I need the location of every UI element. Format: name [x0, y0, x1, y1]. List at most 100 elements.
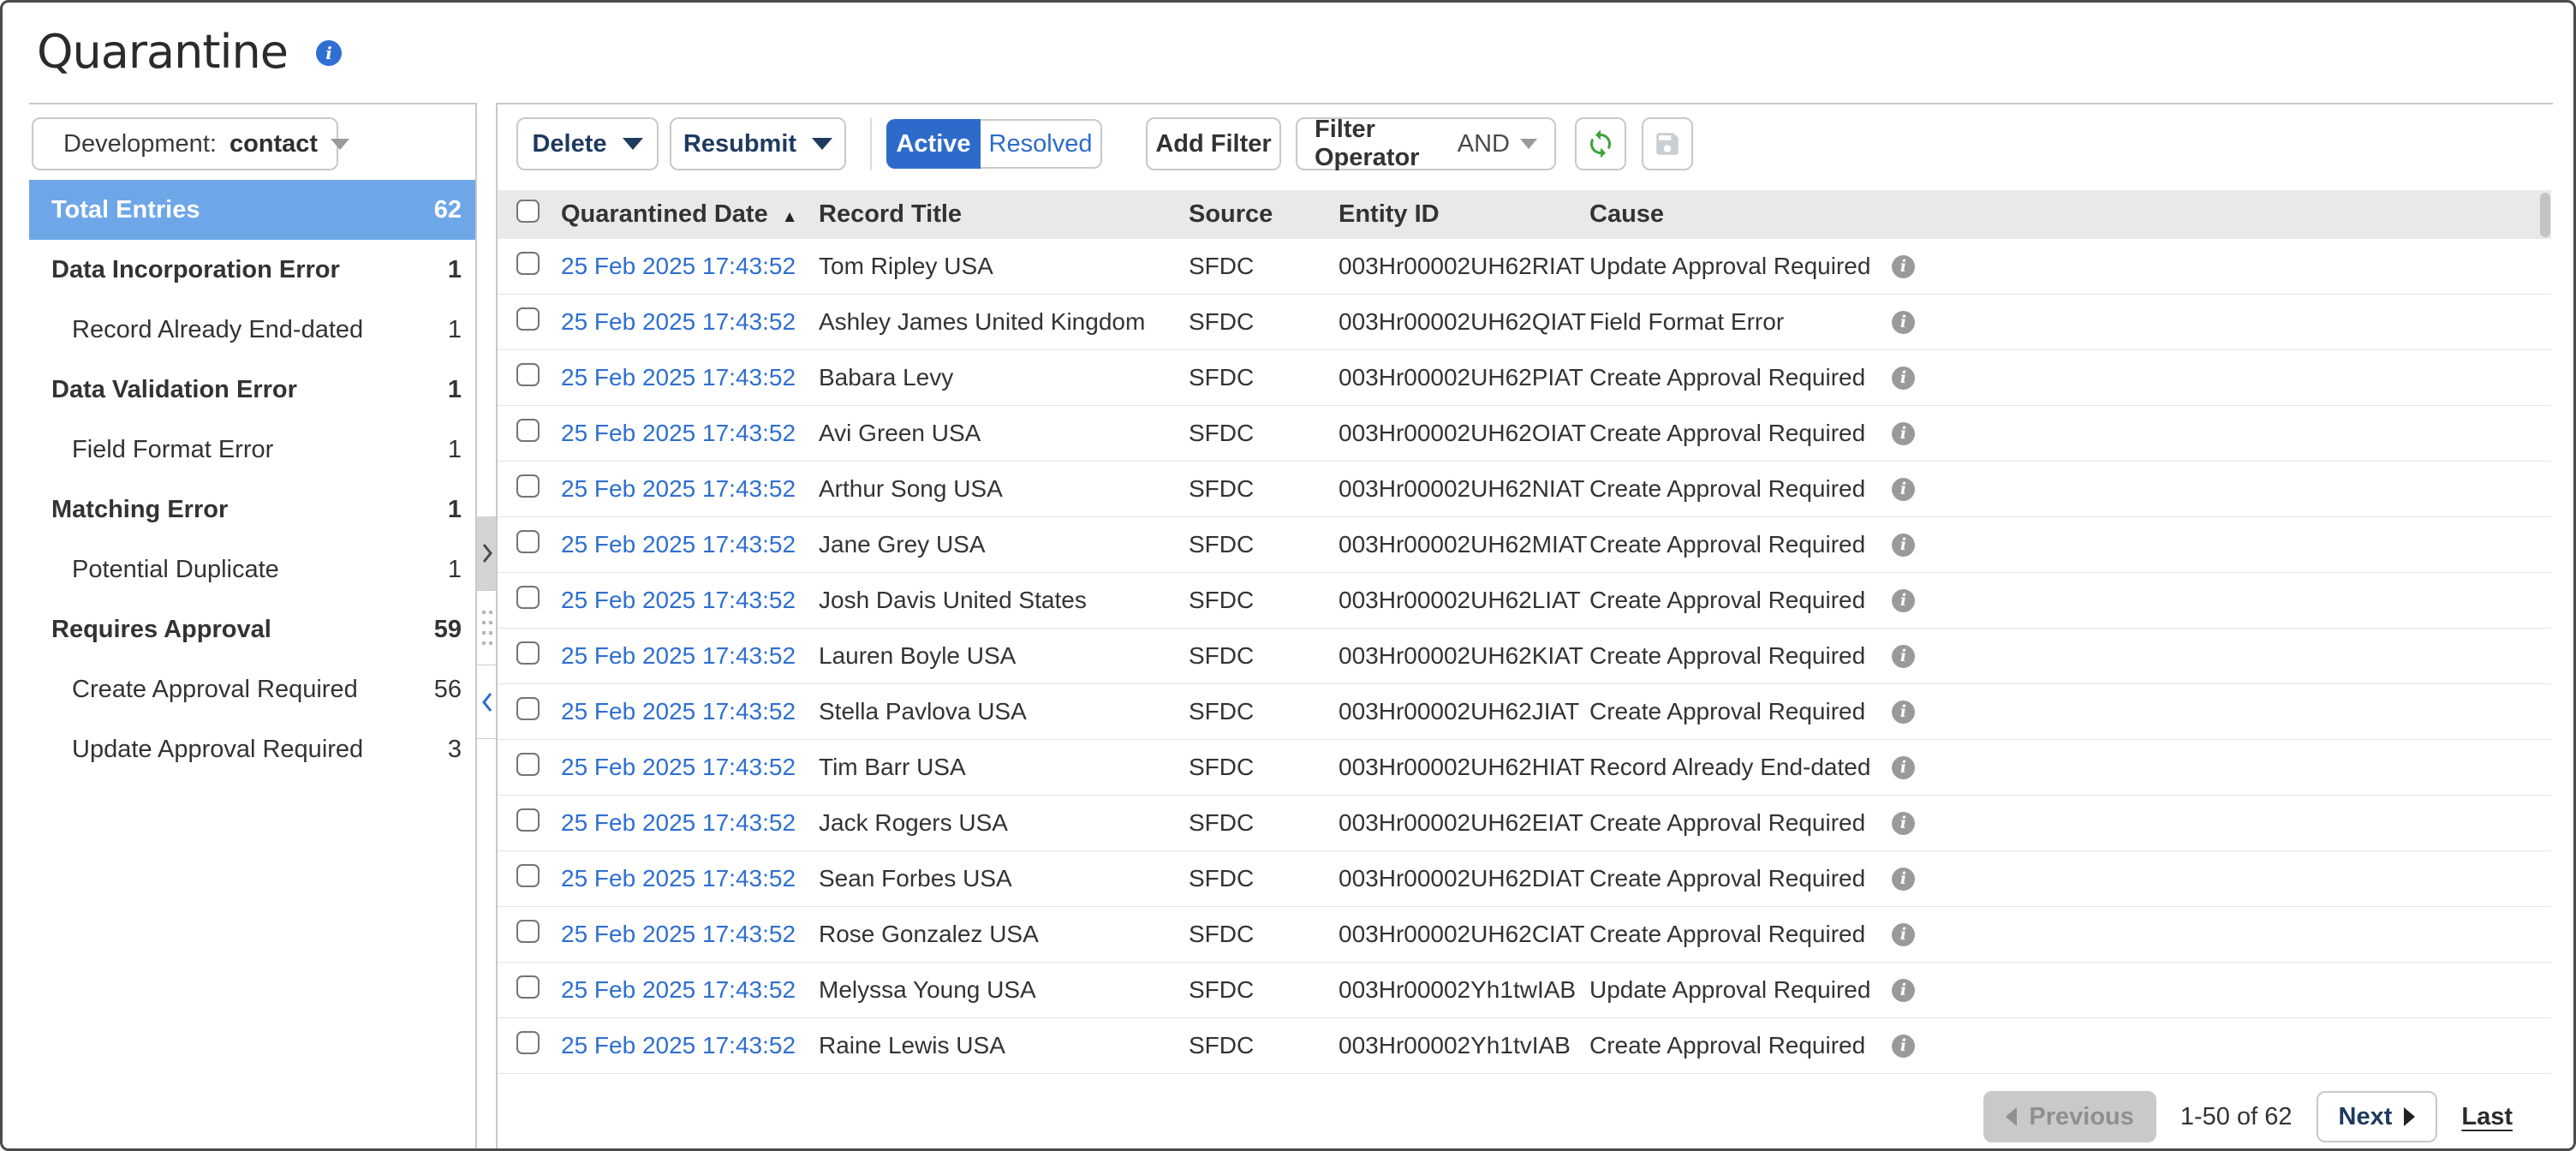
quarantined-date-link[interactable]: 25 Feb 2025 17:43:52 — [561, 754, 819, 781]
sidebar-item-data-incorporation-error[interactable]: Data Incorporation Error 1 — [29, 240, 475, 300]
row-checkbox[interactable] — [516, 975, 540, 999]
column-header-source[interactable]: Source — [1189, 200, 1339, 229]
source-cell: SFDC — [1189, 976, 1339, 1004]
status-toggle: Active Resolved — [886, 119, 1102, 169]
column-header-cause[interactable]: Cause — [1589, 200, 1892, 229]
sidebar-item-matching-error[interactable]: Matching Error 1 — [29, 480, 475, 540]
row-checkbox[interactable] — [516, 753, 540, 776]
filter-operator-dropdown[interactable]: Filter Operator AND — [1296, 117, 1556, 170]
sort-asc-icon — [782, 208, 798, 227]
info-icon[interactable] — [1892, 979, 1915, 1002]
column-header-quarantined-date[interactable]: Quarantined Date — [561, 200, 819, 229]
row-checkbox[interactable] — [516, 307, 540, 331]
info-icon[interactable] — [1892, 422, 1915, 445]
row-checkbox[interactable] — [516, 586, 540, 609]
select-all-checkbox[interactable] — [516, 200, 540, 223]
entity-id-cell: 003Hr00002UH62LIAT — [1339, 587, 1589, 614]
row-checkbox[interactable] — [516, 363, 540, 386]
column-header-record-title[interactable]: Record Title — [819, 200, 1189, 229]
record-title-cell: Josh Davis United States — [819, 587, 1189, 614]
item-count: 62 — [434, 196, 462, 224]
row-checkbox[interactable] — [516, 808, 540, 832]
row-checkbox[interactable] — [516, 920, 540, 943]
record-title-cell: Avi Green USA — [819, 420, 1189, 447]
add-filter-button[interactable]: Add Filter — [1146, 117, 1281, 170]
save-filter-button[interactable] — [1642, 117, 1693, 170]
row-checkbox[interactable] — [516, 864, 540, 887]
quarantined-date-link[interactable]: 25 Feb 2025 17:43:52 — [561, 587, 819, 614]
source-selector-dropdown[interactable]: Development: contact — [32, 117, 338, 170]
quarantined-date-link[interactable]: 25 Feb 2025 17:43:52 — [561, 531, 819, 558]
quarantined-date-link[interactable]: 25 Feb 2025 17:43:52 — [561, 1032, 819, 1059]
row-checkbox[interactable] — [516, 252, 540, 275]
quarantined-date-link[interactable]: 25 Feb 2025 17:43:52 — [561, 976, 819, 1004]
sidebar-item-field-format-error[interactable]: Field Format Error 1 — [29, 420, 475, 480]
source-selector-label: Development: — [63, 130, 217, 158]
record-title-cell: Jane Grey USA — [819, 531, 1189, 558]
last-page-link[interactable]: Last — [2461, 1103, 2513, 1131]
table-row: 25 Feb 2025 17:43:52 Sean Forbes USA SFD… — [498, 851, 2551, 907]
sidebar-item-total-entries[interactable]: Total Entries 62 — [29, 180, 475, 240]
quarantined-date-link[interactable]: 25 Feb 2025 17:43:52 — [561, 253, 819, 280]
info-icon[interactable] — [1892, 367, 1915, 390]
refresh-icon — [1585, 128, 1616, 159]
info-icon[interactable] — [1892, 868, 1915, 891]
cause-cell: Create Approval Required — [1589, 420, 1892, 447]
sidebar-expand-handle[interactable] — [477, 516, 498, 590]
sidebar-item-potential-duplicate[interactable]: Potential Duplicate 1 — [29, 540, 475, 599]
page-info-icon[interactable] — [316, 40, 342, 66]
resubmit-button[interactable]: Resubmit — [670, 117, 846, 170]
info-icon[interactable] — [1892, 756, 1915, 779]
sidebar-item-requires-approval[interactable]: Requires Approval 59 — [29, 599, 475, 659]
tab-active[interactable]: Active — [886, 119, 981, 169]
quarantined-date-link[interactable]: 25 Feb 2025 17:43:52 — [561, 364, 819, 391]
record-title-cell: Rose Gonzalez USA — [819, 921, 1189, 948]
delete-button[interactable]: Delete — [516, 117, 659, 170]
sidebar-collapse-handle[interactable] — [477, 665, 498, 739]
info-icon[interactable] — [1892, 812, 1915, 835]
cause-cell: Create Approval Required — [1589, 587, 1892, 614]
cause-cell: Create Approval Required — [1589, 865, 1892, 892]
cause-cell: Create Approval Required — [1589, 698, 1892, 725]
info-icon[interactable] — [1892, 534, 1915, 557]
table-row: 25 Feb 2025 17:43:52 Tom Ripley USA SFDC… — [498, 239, 2551, 295]
arrow-left-icon — [2006, 1107, 2017, 1126]
info-icon[interactable] — [1892, 255, 1915, 278]
next-page-button[interactable]: Next — [2317, 1091, 2438, 1142]
row-checkbox[interactable] — [516, 474, 540, 498]
quarantined-date-link[interactable]: 25 Feb 2025 17:43:52 — [561, 809, 819, 837]
quarantined-date-link[interactable]: 25 Feb 2025 17:43:52 — [561, 865, 819, 892]
table-row: 25 Feb 2025 17:43:52 Babara Levy SFDC 00… — [498, 350, 2551, 406]
previous-page-button[interactable]: Previous — [1983, 1091, 2156, 1142]
sidebar-item-record-already-end-dated[interactable]: Record Already End-dated 1 — [29, 300, 475, 360]
info-icon[interactable] — [1892, 478, 1915, 501]
info-icon[interactable] — [1892, 923, 1915, 946]
row-checkbox[interactable] — [516, 697, 540, 720]
sidebar-item-create-approval-required[interactable]: Create Approval Required 56 — [29, 659, 475, 719]
sidebar-item-update-approval-required[interactable]: Update Approval Required 3 — [29, 719, 475, 779]
row-checkbox[interactable] — [516, 1031, 540, 1054]
tab-resolved[interactable]: Resolved — [981, 119, 1102, 169]
quarantined-date-link[interactable]: 25 Feb 2025 17:43:52 — [561, 921, 819, 948]
info-icon[interactable] — [1892, 645, 1915, 668]
column-header-entity-id[interactable]: Entity ID — [1339, 200, 1589, 229]
info-icon[interactable] — [1892, 589, 1915, 612]
quarantined-date-link[interactable]: 25 Feb 2025 17:43:52 — [561, 642, 819, 670]
table-scrollbar-thumb[interactable] — [2540, 193, 2550, 237]
quarantined-date-link[interactable]: 25 Feb 2025 17:43:52 — [561, 698, 819, 725]
record-title-cell: Sean Forbes USA — [819, 865, 1189, 892]
quarantined-date-link[interactable]: 25 Feb 2025 17:43:52 — [561, 420, 819, 447]
splitter-drag-handle[interactable] — [477, 590, 498, 665]
source-cell: SFDC — [1189, 754, 1339, 781]
sidebar-item-data-validation-error[interactable]: Data Validation Error 1 — [29, 360, 475, 420]
pagination-bar: Previous 1-50 of 62 Next Last — [498, 1091, 2551, 1142]
quarantined-date-link[interactable]: 25 Feb 2025 17:43:52 — [561, 308, 819, 336]
row-checkbox[interactable] — [516, 419, 540, 442]
quarantined-date-link[interactable]: 25 Feb 2025 17:43:52 — [561, 475, 819, 503]
info-icon[interactable] — [1892, 1035, 1915, 1058]
refresh-button[interactable] — [1575, 117, 1626, 170]
info-icon[interactable] — [1892, 701, 1915, 724]
info-icon[interactable] — [1892, 311, 1915, 334]
row-checkbox[interactable] — [516, 530, 540, 553]
row-checkbox[interactable] — [516, 641, 540, 665]
